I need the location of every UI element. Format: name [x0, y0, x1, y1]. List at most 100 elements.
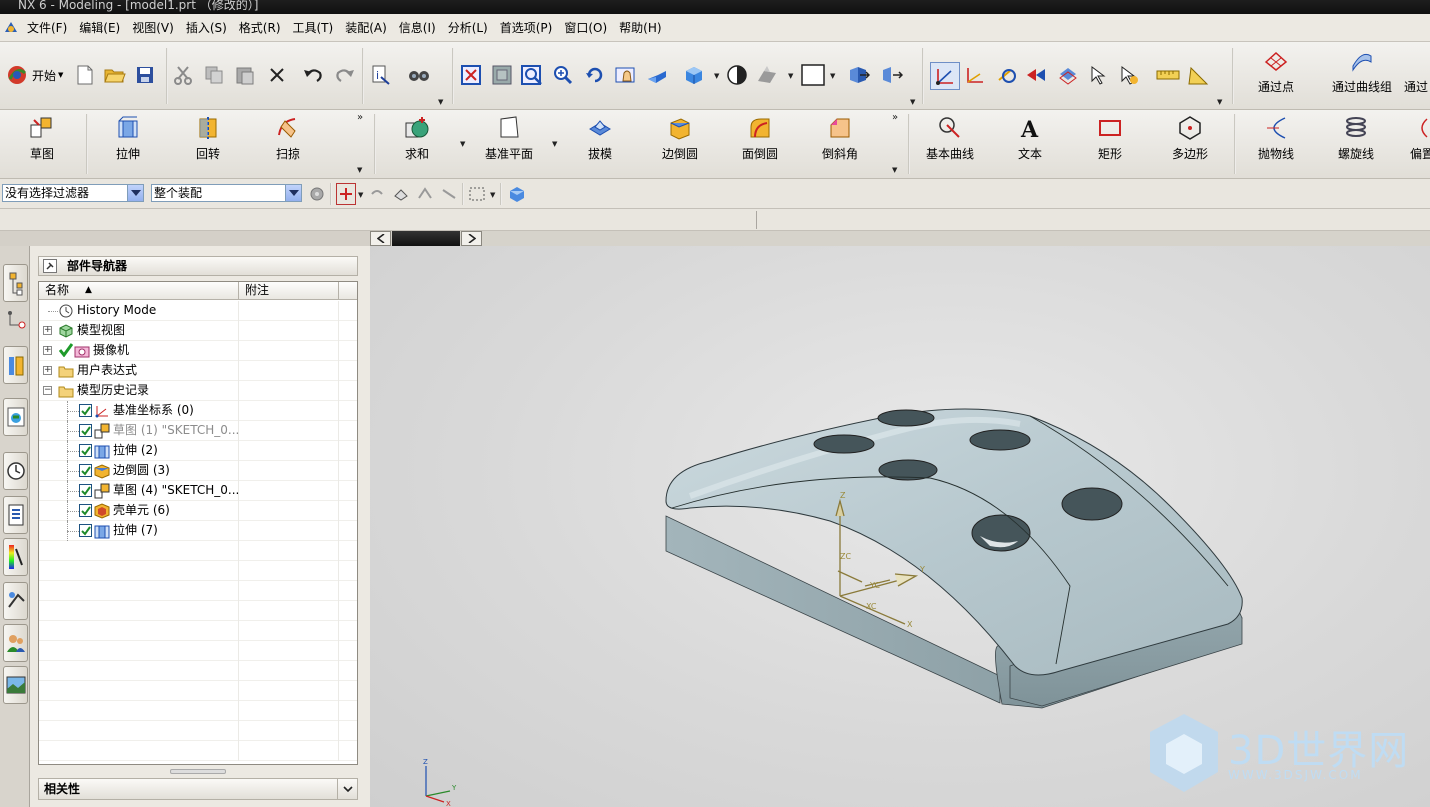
save-icon[interactable]	[134, 64, 156, 86]
snap-dropdown-icon[interactable]: ▼	[358, 191, 363, 199]
history-tab-icon[interactable]	[3, 452, 28, 490]
process-studio-tab-icon[interactable]	[3, 496, 28, 534]
wcs-orient-icon[interactable]	[1025, 64, 1047, 86]
splitter-handle[interactable]	[170, 769, 226, 774]
parabola-button[interactable]: 抛物线	[1252, 115, 1300, 162]
delete-icon[interactable]	[266, 64, 288, 86]
rendering-style-dropdown-icon[interactable]: ▼	[714, 72, 719, 80]
user-roles-icon[interactable]	[3, 624, 28, 662]
face-blend-button[interactable]: 面倒圆	[736, 115, 784, 162]
toolbar-overflow-icon[interactable]: »	[892, 112, 898, 123]
edge-blend-button[interactable]: 边倒圆	[656, 115, 704, 162]
menu-format[interactable]: 格式(R)	[233, 14, 287, 42]
section-view-icon[interactable]	[756, 64, 778, 86]
offset-curve-button[interactable]: 偏置	[1410, 115, 1430, 162]
menu-tools[interactable]: 工具(T)	[287, 14, 340, 42]
new-file-icon[interactable]	[74, 64, 96, 86]
text-button[interactable]: A 文本	[1006, 115, 1054, 162]
color-dropdown-icon[interactable]: ▼	[830, 72, 835, 80]
chevron-down-icon[interactable]	[285, 185, 301, 201]
tree-row[interactable]: 拉伸 (7)	[39, 521, 357, 541]
menu-analysis[interactable]: 分析(L)	[442, 14, 494, 42]
information-icon[interactable]: i	[370, 64, 392, 86]
wcs-origin-icon[interactable]	[964, 64, 986, 86]
quick-pick-icon[interactable]	[506, 183, 528, 205]
selection-filter-select[interactable]: 没有选择过滤器	[2, 184, 144, 202]
rotate-wcs-icon[interactable]	[995, 64, 1017, 86]
perspective-icon[interactable]	[646, 64, 668, 86]
tree-row[interactable]: 边倒圆 (3)	[39, 461, 357, 481]
graphics-tab[interactable]	[392, 231, 460, 246]
start-button[interactable]: 开始 ▼	[6, 64, 68, 86]
zoom-window-icon[interactable]	[491, 64, 513, 86]
assembly-navigator-tab-icon[interactable]	[3, 304, 28, 342]
chamfer-button[interactable]: 倒斜角	[816, 115, 864, 162]
copy-icon[interactable]	[203, 64, 225, 86]
extrude-button[interactable]: 拉伸	[104, 115, 152, 162]
menu-file[interactable]: 文件(F)	[21, 14, 73, 42]
sketch-button[interactable]: 草图	[18, 115, 66, 162]
toolbar-overflow-icon[interactable]: »	[357, 112, 363, 123]
polygon-button[interactable]: 多边形	[1166, 115, 1214, 162]
edit-object-display-icon[interactable]	[848, 64, 870, 86]
menu-window[interactable]: 窗口(O)	[558, 14, 613, 42]
set-wcs-absolute-icon[interactable]	[1056, 64, 1078, 86]
tree-row[interactable]: 壳单元 (6)	[39, 501, 357, 521]
measure-distance-icon[interactable]	[1155, 64, 1181, 86]
redo-icon[interactable]	[334, 64, 356, 86]
open-folder-icon[interactable]	[104, 64, 126, 86]
select-arrow-icon[interactable]	[1088, 64, 1110, 86]
draft-button[interactable]: 拔模	[576, 115, 624, 162]
tree-row[interactable]: 基准坐标系 (0)	[39, 401, 357, 421]
snap-point-icon[interactable]	[336, 183, 356, 205]
column-header-name[interactable]: 名称	[45, 282, 69, 299]
rotate-icon[interactable]	[584, 64, 606, 86]
deselect-icon[interactable]	[366, 183, 388, 205]
through-curve-mesh-button[interactable]: 通过	[1404, 48, 1430, 95]
toolbar-more-icon[interactable]: ▼	[1217, 98, 1222, 106]
checkbox-checked[interactable]	[79, 404, 92, 417]
menu-edit[interactable]: 编辑(E)	[73, 14, 126, 42]
tree-row[interactable]: History Mode	[39, 301, 357, 321]
system-scenes-tab-icon[interactable]	[3, 666, 28, 704]
pan-icon[interactable]	[615, 64, 637, 86]
selection-settings-icon[interactable]	[306, 183, 328, 205]
unite-button[interactable]: 求和	[393, 115, 441, 162]
zoom-icon[interactable]	[521, 64, 543, 86]
helix-button[interactable]: 螺旋线	[1332, 115, 1380, 162]
background-icon[interactable]	[726, 64, 748, 86]
toolbar-more-icon[interactable]: ▼	[357, 166, 362, 174]
menu-view[interactable]: 视图(V)	[126, 14, 180, 42]
rectangle-select-icon[interactable]	[466, 183, 488, 205]
basic-curves-button[interactable]: 基本曲线	[922, 115, 978, 162]
menu-assemblies[interactable]: 装配(A)	[339, 14, 393, 42]
expand-icon[interactable]: +	[43, 366, 52, 375]
toolbar-more-icon[interactable]: ▼	[438, 98, 443, 106]
tree-row[interactable]: − 模型历史记录	[39, 381, 357, 401]
scroll-left-icon[interactable]	[370, 231, 391, 246]
checkbox-checked[interactable]	[79, 504, 92, 517]
menu-preferences[interactable]: 首选项(P)	[494, 14, 559, 42]
undo-icon[interactable]	[302, 64, 324, 86]
fit-view-icon[interactable]	[460, 64, 482, 86]
through-points-button[interactable]: 通过点	[1252, 48, 1300, 95]
scroll-right-icon[interactable]	[461, 231, 482, 246]
nx-app-icon[interactable]	[3, 20, 19, 36]
chevron-down-icon[interactable]	[337, 779, 357, 799]
tree-row[interactable]: 草图 (1) "SKETCH_0...	[39, 421, 357, 441]
rectangle-select-dropdown-icon[interactable]: ▼	[490, 191, 495, 199]
toolbar-more-icon[interactable]: ▼	[910, 98, 915, 106]
expand-icon[interactable]: +	[43, 326, 52, 335]
tree-row[interactable]: + 模型视图	[39, 321, 357, 341]
menu-insert[interactable]: 插入(S)	[180, 14, 233, 42]
unite-dropdown-icon[interactable]: ▼	[460, 140, 465, 148]
column-header-note[interactable]: 附注	[245, 282, 269, 299]
select-features-icon[interactable]	[1118, 64, 1140, 86]
tree-row[interactable]: 草图 (4) "SKETCH_0...	[39, 481, 357, 501]
selection-scope-select[interactable]: 整个装配	[151, 184, 302, 202]
select-body-icon[interactable]	[390, 183, 412, 205]
chevron-down-icon[interactable]	[127, 185, 143, 201]
checkbox-checked[interactable]	[79, 444, 92, 457]
tree-row[interactable]: + 摄像机	[39, 341, 357, 361]
dependencies-header[interactable]: 相关性	[38, 778, 358, 800]
